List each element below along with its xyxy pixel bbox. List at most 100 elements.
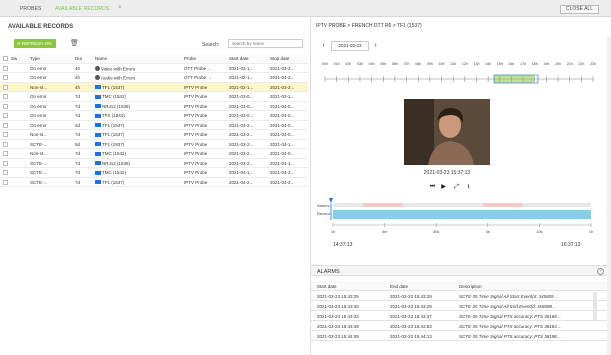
row-name-text: TMC (1542)	[102, 94, 127, 99]
download-icon[interactable]: ⭳	[464, 183, 473, 191]
row-checkbox[interactable]	[3, 113, 8, 118]
hour-tick-label: 00h	[322, 62, 328, 66]
col-type[interactable]: Type	[30, 56, 70, 61]
hour-tick-label: 17h	[520, 62, 526, 66]
col-name[interactable]: Name	[95, 56, 175, 61]
alarm-row[interactable]: 2021-03-23 15:44:09 2021-03-23 15:44:13 SC…	[311, 331, 608, 341]
table-row[interactable]: SCTE-... 7d TF1 (1537) IPTV Probe 2021-04-2.…	[0, 178, 308, 187]
col-alarm-description[interactable]: Description	[459, 284, 589, 289]
hour-tick-label: 07h	[404, 62, 410, 66]
table-row[interactable]: Non-st... 7d TF1 (1537) IPTV Probe 2021-03-2…	[0, 130, 308, 140]
zoom-tick-label: 10s	[536, 230, 542, 234]
table-row[interactable]: Non-st... 7d TMC (1542) IPTV Probe 2021-03-2…	[0, 149, 308, 159]
video-timestamp: 2021-03-23 15:37:13	[423, 170, 471, 176]
row-start-date: 2021-03-2...	[229, 160, 254, 166]
search-input[interactable]	[228, 39, 303, 48]
col-dur[interactable]: Dur	[75, 56, 87, 61]
breadcrumb: IPTV PROBE > FRENCH DTT R6 > TF1 (1537)	[316, 23, 422, 29]
row-probe: IPTV Probe	[184, 132, 208, 137]
hour-tick-label: 04h	[369, 62, 375, 66]
alarm-segment	[363, 203, 403, 207]
records-table: Sw Type Dur Name Probe Start date Stop d…	[0, 54, 308, 187]
fullscreen-icon[interactable]: ⤢	[452, 183, 461, 191]
table-row[interactable]: On error 2d TF1 (1537) IPTV Probe 2021-03-2.…	[0, 121, 308, 130]
row-name: TF1 (1537)	[95, 123, 175, 128]
tv-icon	[95, 180, 101, 184]
tab-available-records[interactable]: AVAILABLE RECORDS	[55, 6, 109, 12]
row-checkbox[interactable]	[3, 179, 8, 185]
alarm-row[interactable]: 2021-03-23 15:43:25 2021-03-23 15:43:29 SC…	[311, 301, 608, 311]
table-row[interactable]: On error 7d TMC (1542) IPTV Probe 2021-03-0.…	[0, 92, 308, 102]
alarms-header: ALARMS ?	[311, 265, 608, 276]
hour-tick-label: 01h	[334, 62, 340, 66]
row-checkbox[interactable]	[3, 103, 8, 109]
table-row[interactable]: On error 4h Audio with Errors OTT Probe ...…	[0, 73, 308, 83]
delete-icon[interactable]: 🗑	[70, 40, 79, 48]
col-sw[interactable]: Sw	[11, 56, 17, 61]
select-all-checkbox[interactable]	[3, 56, 8, 61]
hour-tick-label: 03h	[357, 62, 363, 66]
row-checkbox[interactable]	[3, 75, 8, 80]
tab-probes[interactable]: PROBES	[20, 6, 41, 12]
table-row[interactable]: Non-st... 4h TF1 (1537) IPTV Probe 2021-02-1…	[0, 82, 308, 92]
row-probe: IPTV Probe	[184, 141, 208, 147]
alarm-start: 2021-03-23 15:43:49	[317, 324, 359, 329]
hour-tick-label: 14h	[485, 62, 491, 66]
alarm-row[interactable]: 2021-03-23 15:43:25 2021-03-23 15:43:29 SC…	[311, 291, 608, 301]
date-field[interactable]: 2021-03-23	[331, 41, 369, 51]
day-timeline[interactable]: 00h 01h 02h 03h 04h 05h 06h 07h 08h 09h 10h 11h 12h 1…	[311, 55, 608, 97]
table-row[interactable]: SCTE-... 7d NRJ12 (1538) IPTV Probe 2021-03-…	[0, 159, 308, 168]
col-start-date[interactable]: Start date	[229, 56, 263, 61]
alarms-scrollbar[interactable]	[593, 292, 597, 320]
skip-start-icon[interactable]: ⏮	[428, 183, 437, 191]
hour-tick-label: 06h	[392, 62, 398, 66]
close-all-button[interactable]: CLOSE ALL	[560, 5, 599, 14]
refresh-button[interactable]: ⟳ REFRESH ON	[14, 39, 56, 48]
row-checkbox[interactable]	[3, 170, 8, 175]
row-type: On error	[30, 75, 47, 80]
table-header: Sw Type Dur Name Probe Start date Stop d…	[0, 54, 308, 64]
row-checkbox[interactable]	[3, 132, 8, 137]
row-checkbox[interactable]	[3, 151, 8, 156]
zoom-tick-label: 1h	[589, 230, 593, 234]
row-name: TMC (1542)	[95, 170, 175, 175]
zoom-time-left: 14:37:13	[333, 242, 353, 248]
table-row[interactable]: On error 7d TFX (1544) IPTV Probe 2021-03-0.…	[0, 111, 308, 121]
row-stop-date: 2021-04-0...	[270, 122, 295, 128]
hour-tick-label: 02h	[345, 62, 351, 66]
col-probe[interactable]: Probe	[184, 56, 222, 61]
row-start-date: 2021-02-1...	[229, 65, 254, 71]
row-duration: 7d	[75, 179, 81, 185]
table-row[interactable]: On error 7d NRJ12 (1538) IPTV Probe 2021-03-…	[0, 102, 308, 111]
video-frame[interactable]	[404, 99, 490, 165]
row-name: TF1 (1537)	[95, 85, 175, 90]
table-row[interactable]: SCTE-... 5d TF1 (1537) IPTV Probe 2021-03-2.…	[0, 140, 308, 149]
row-start-date: 2021-03-2...	[229, 132, 254, 137]
col-alarm-start[interactable]: Start date	[317, 284, 379, 289]
panel-scrollbar[interactable]	[607, 37, 611, 355]
alarm-row[interactable]: 2021-03-23 15:43:49 2021-03-23 15:43:53 SC…	[311, 321, 608, 331]
row-checkbox[interactable]	[3, 122, 8, 128]
prev-day-icon[interactable]: ‹	[319, 41, 328, 51]
close-tab-icon[interactable]: ×	[118, 5, 122, 11]
row-checkbox[interactable]	[3, 160, 8, 166]
play-icon[interactable]: ▶	[439, 183, 448, 191]
table-row[interactable]: On error 4h Video with Errors OTT Probe ...…	[0, 64, 308, 73]
alarm-description: SCTE-35 Time Signal PTS accuracy: PTS 38…	[459, 324, 562, 329]
alarm-row[interactable]: 2021-03-23 15:43:33 2021-03-23 15:43:37 SC…	[311, 311, 608, 321]
row-checkbox[interactable]	[3, 65, 8, 71]
help-icon[interactable]: ?	[597, 268, 604, 275]
row-name: TF1 (1537)	[95, 180, 175, 185]
row-checkbox[interactable]	[3, 94, 8, 99]
next-day-icon[interactable]: ›	[371, 41, 380, 51]
row-type: On error	[30, 122, 47, 128]
globe-icon	[95, 75, 100, 80]
tv-icon	[95, 104, 101, 108]
row-type: SCTE-...	[30, 160, 48, 166]
row-checkbox[interactable]	[3, 141, 8, 147]
table-row[interactable]: SCTE-... 7d TMC (1542) IPTV Probe 2021-04-1.…	[0, 168, 308, 178]
row-type: On error	[30, 65, 47, 71]
col-stop-date[interactable]: Stop date	[270, 56, 304, 61]
row-checkbox[interactable]	[3, 84, 8, 90]
col-alarm-end[interactable]: End date	[390, 284, 452, 289]
